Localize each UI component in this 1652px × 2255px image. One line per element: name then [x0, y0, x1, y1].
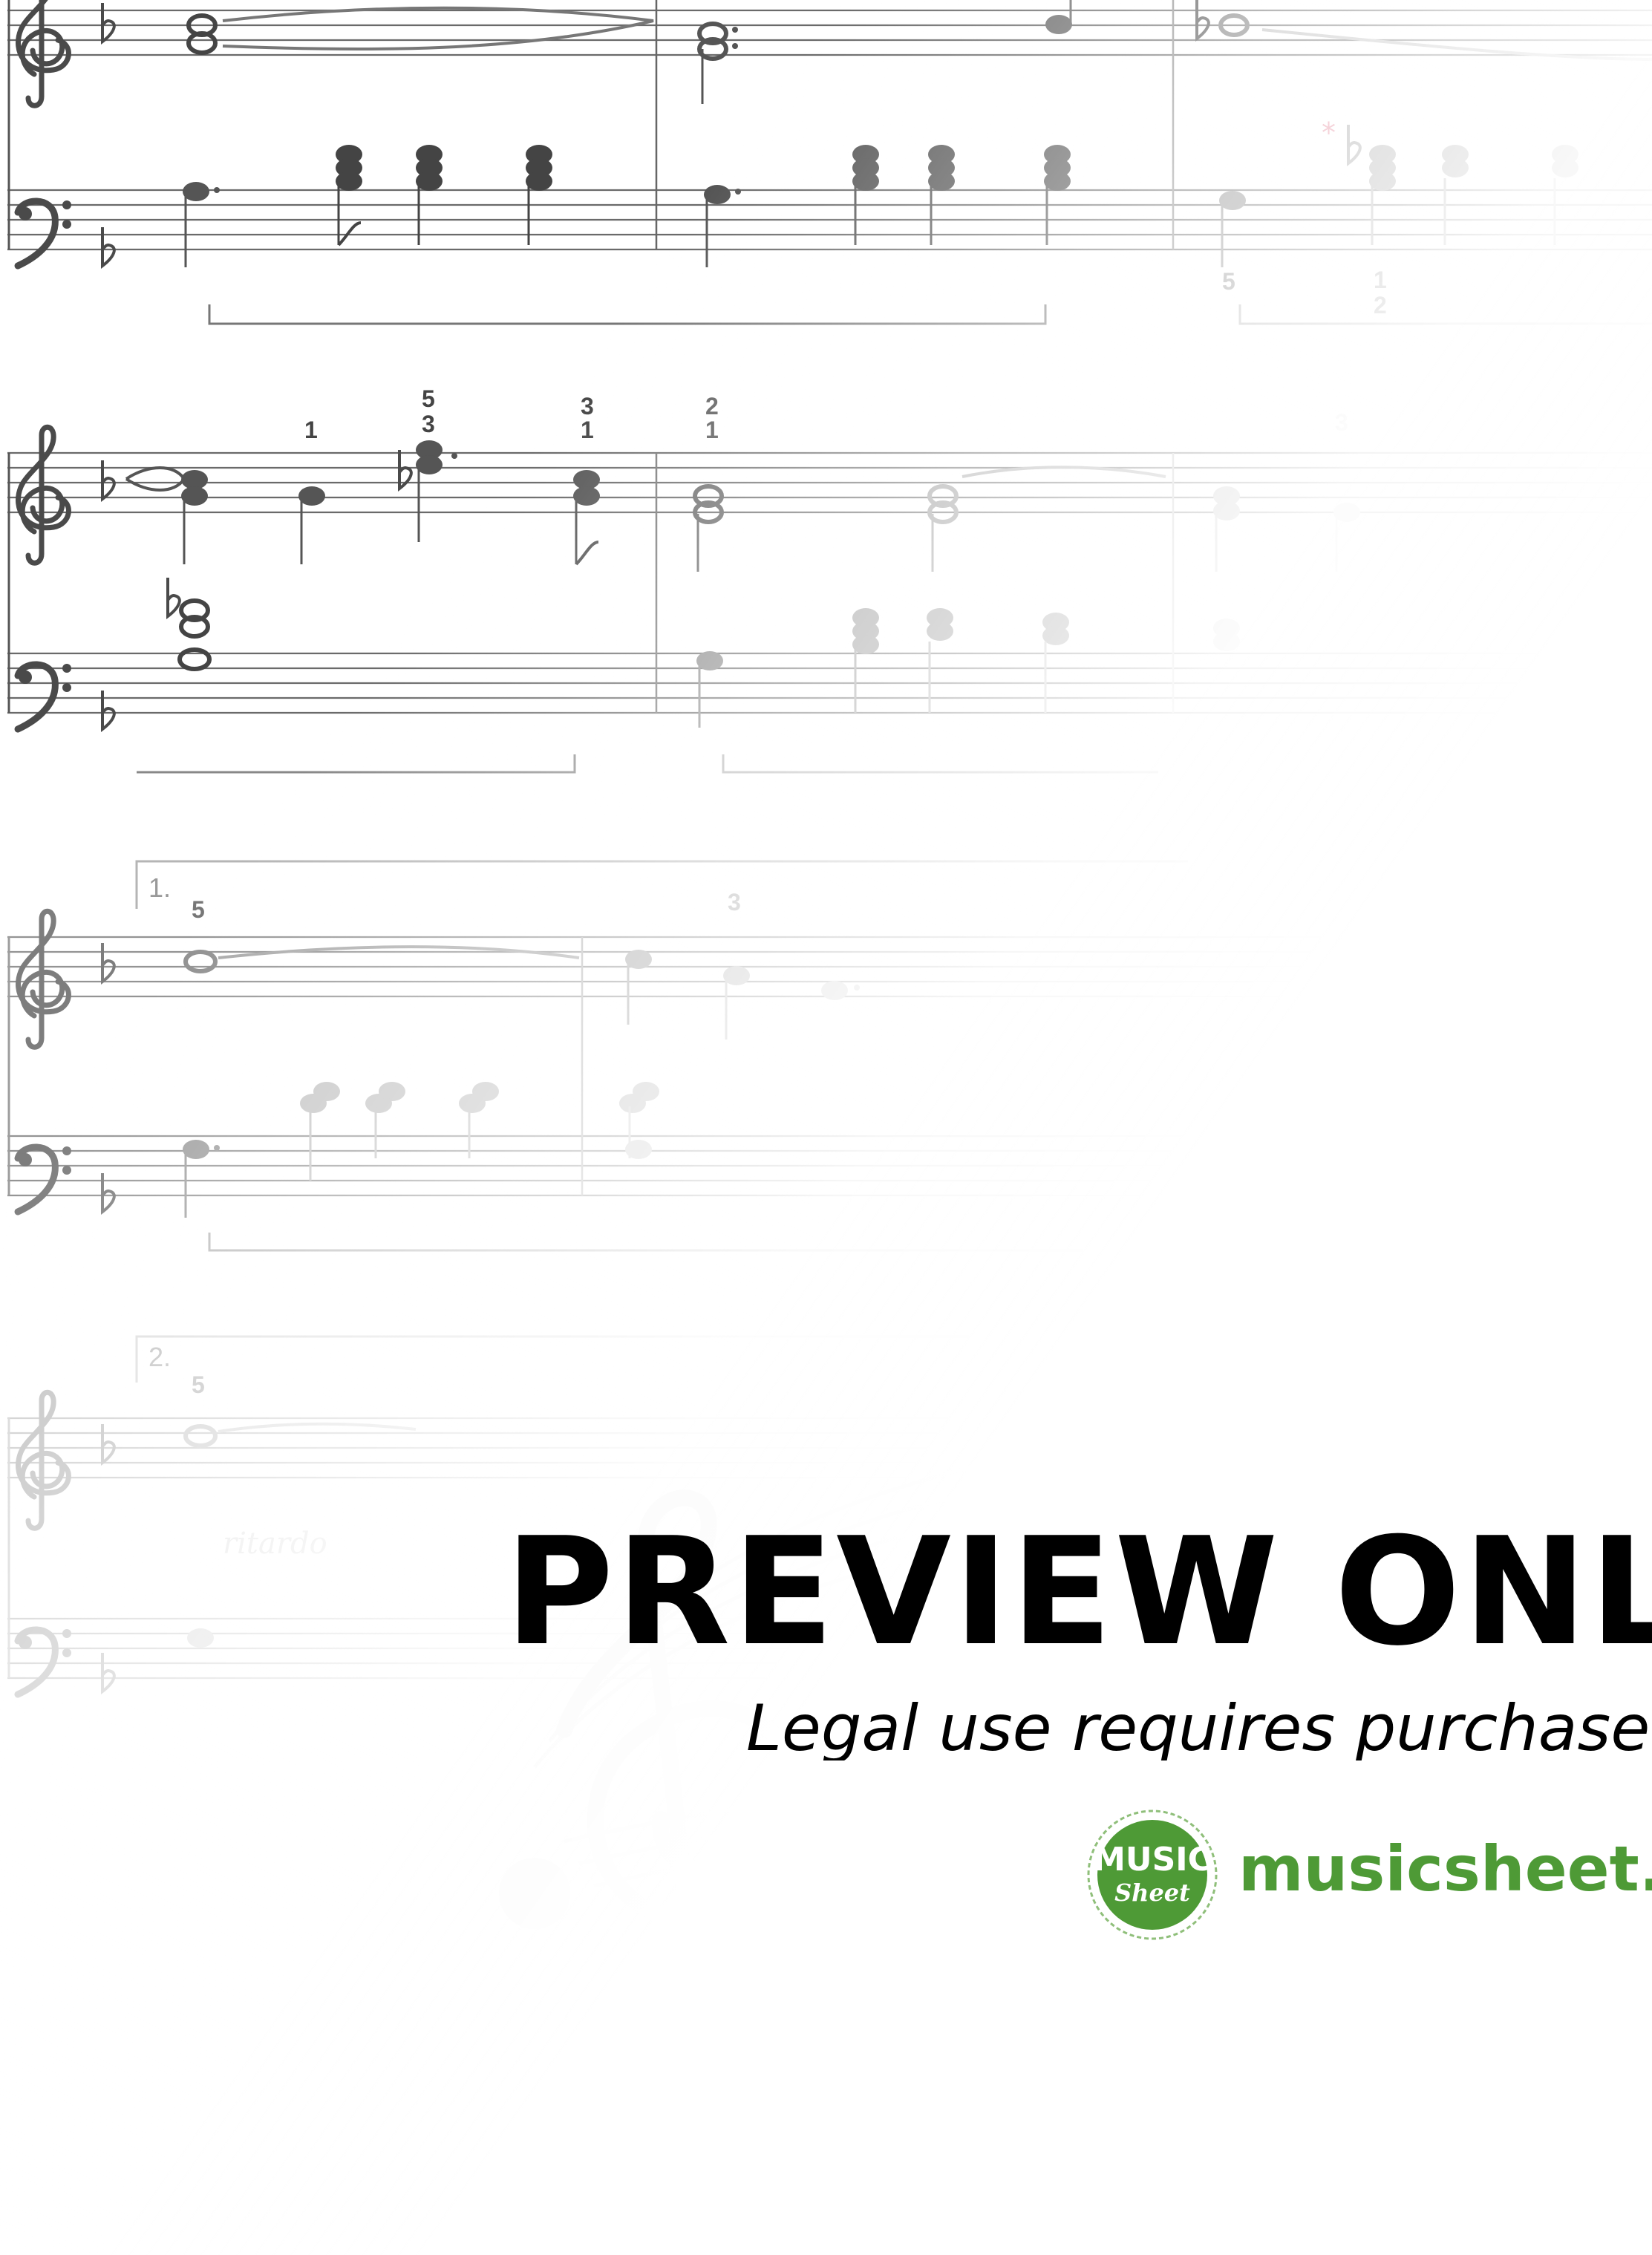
website-url: musicsheet.org — [1238, 1838, 1652, 1900]
bass-clef-icon — [18, 1146, 71, 1212]
legal-notice: Legal use requires purchase — [746, 1697, 1651, 1760]
pedal-bracket — [208, 304, 1047, 325]
system-1: * — [6, 0, 1652, 325]
key-signature-flat-icon — [101, 942, 116, 983]
logo-text-sheet: Sheet — [1114, 1879, 1190, 1907]
pedal-bracket — [208, 1233, 1188, 1252]
fingering-label: 2 — [1374, 292, 1387, 319]
bass-clef-icon — [18, 1629, 71, 1694]
bass-staff — [6, 1135, 1652, 1197]
pedal-bracket — [137, 754, 576, 774]
key-signature-flat-icon — [101, 1651, 116, 1693]
preview-headline: PREVIEW ONLY — [505, 1518, 1652, 1667]
fingering-label: 5 — [192, 896, 205, 923]
fingering-label: 3 — [728, 889, 741, 916]
key-signature-flat-icon — [101, 1423, 116, 1464]
musicsheet-logo: MUSIC Sheet — [1085, 1808, 1219, 1942]
volta-bracket — [135, 860, 1188, 909]
logo-text-music: MUSIC — [1093, 1841, 1212, 1879]
fingering-label: 1 — [1374, 267, 1387, 293]
key-signature-flat-icon — [101, 1172, 116, 1213]
fingering-label: 5 — [1222, 268, 1235, 295]
system-3 — [6, 860, 1652, 1252]
fingering-label: 1 — [705, 417, 719, 443]
fingering-label: 1 — [304, 417, 318, 443]
key-signature-flat-icon — [101, 689, 116, 731]
volta-2-label: 2. — [148, 1342, 171, 1372]
key-signature-flat-icon — [101, 1, 116, 43]
fingering-label: 2 — [705, 393, 719, 420]
key-signature-flat-icon — [101, 226, 116, 267]
bass-clef-icon — [18, 664, 71, 729]
system-2 — [6, 427, 1652, 774]
bass-staff — [6, 189, 1652, 251]
treble-staff — [6, 451, 1652, 514]
bass-clef-icon — [18, 200, 71, 266]
fingering-label: 5 — [192, 1371, 205, 1398]
volta-bracket — [135, 1335, 1188, 1383]
fingering-label: 3 — [581, 393, 594, 420]
fingering-label: 1 — [581, 417, 594, 443]
sheet-music-score: * 5 1 2 1 5 3 3 1 2 1 3 1. 5 3 2. 5 rita… — [6, 0, 1652, 2190]
fingering-label: 3 — [422, 411, 435, 437]
fingering-label: 5 — [422, 385, 435, 412]
key-signature-flat-icon — [101, 459, 116, 500]
treble-clef-icon — [19, 1392, 69, 1528]
bass-staff — [6, 652, 1652, 714]
volta-1-label: 1. — [148, 872, 171, 903]
fingering-label: 3 — [1335, 409, 1348, 436]
treble-clef-icon — [19, 427, 69, 563]
pedal-release-icon: * — [1322, 117, 1336, 149]
treble-clef-icon — [19, 0, 69, 105]
tempo-marking: ritardo — [223, 1527, 327, 1561]
treble-clef-icon — [19, 911, 69, 1047]
